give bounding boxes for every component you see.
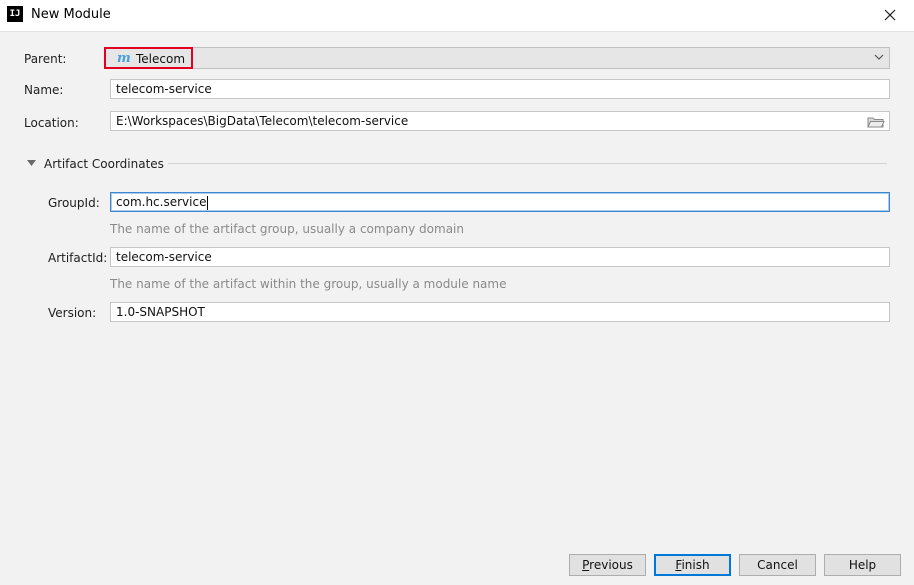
groupid-label: GroupId: (48, 196, 100, 210)
finish-label: inish (681, 558, 710, 572)
previous-button[interactable]: Previous (569, 554, 646, 576)
version-label: Version: (48, 306, 97, 320)
location-field[interactable]: E:\Workspaces\BigData\Telecom\telecom-se… (110, 111, 890, 131)
collapse-triangle-icon[interactable] (27, 160, 36, 166)
artifactid-field[interactable]: telecom-service (110, 247, 890, 267)
previous-label: revious (589, 558, 633, 572)
finish-button[interactable]: Finish (654, 554, 731, 576)
location-label: Location: (24, 116, 79, 130)
parent-highlight-box (104, 47, 193, 69)
help-button[interactable]: Help (824, 554, 901, 576)
parent-combobox[interactable] (104, 47, 890, 69)
parent-label: Parent: (24, 52, 67, 66)
artifactid-hint: The name of the artifact within the grou… (110, 277, 507, 291)
artifact-section-title[interactable]: Artifact Coordinates (44, 157, 164, 171)
cancel-button[interactable]: Cancel (739, 554, 816, 576)
folder-icon[interactable] (867, 115, 885, 129)
close-icon (884, 9, 896, 21)
close-button[interactable] (878, 3, 902, 27)
intellij-icon: IJ (7, 6, 23, 22)
name-field[interactable]: telecom-service (110, 79, 890, 99)
artifactid-label: ArtifactId: (48, 251, 108, 265)
groupid-field[interactable]: com.hc.service (110, 192, 890, 212)
name-label: Name: (24, 83, 64, 97)
text-caret (207, 195, 209, 210)
title-bar: IJ New Module (0, 0, 914, 32)
section-divider (168, 163, 887, 164)
chevron-down-icon[interactable] (874, 54, 884, 60)
window-title: New Module (31, 7, 111, 22)
version-field[interactable]: 1.0-SNAPSHOT (110, 302, 890, 322)
groupid-hint: The name of the artifact group, usually … (110, 222, 464, 236)
groupid-value: com.hc.service (116, 195, 207, 209)
